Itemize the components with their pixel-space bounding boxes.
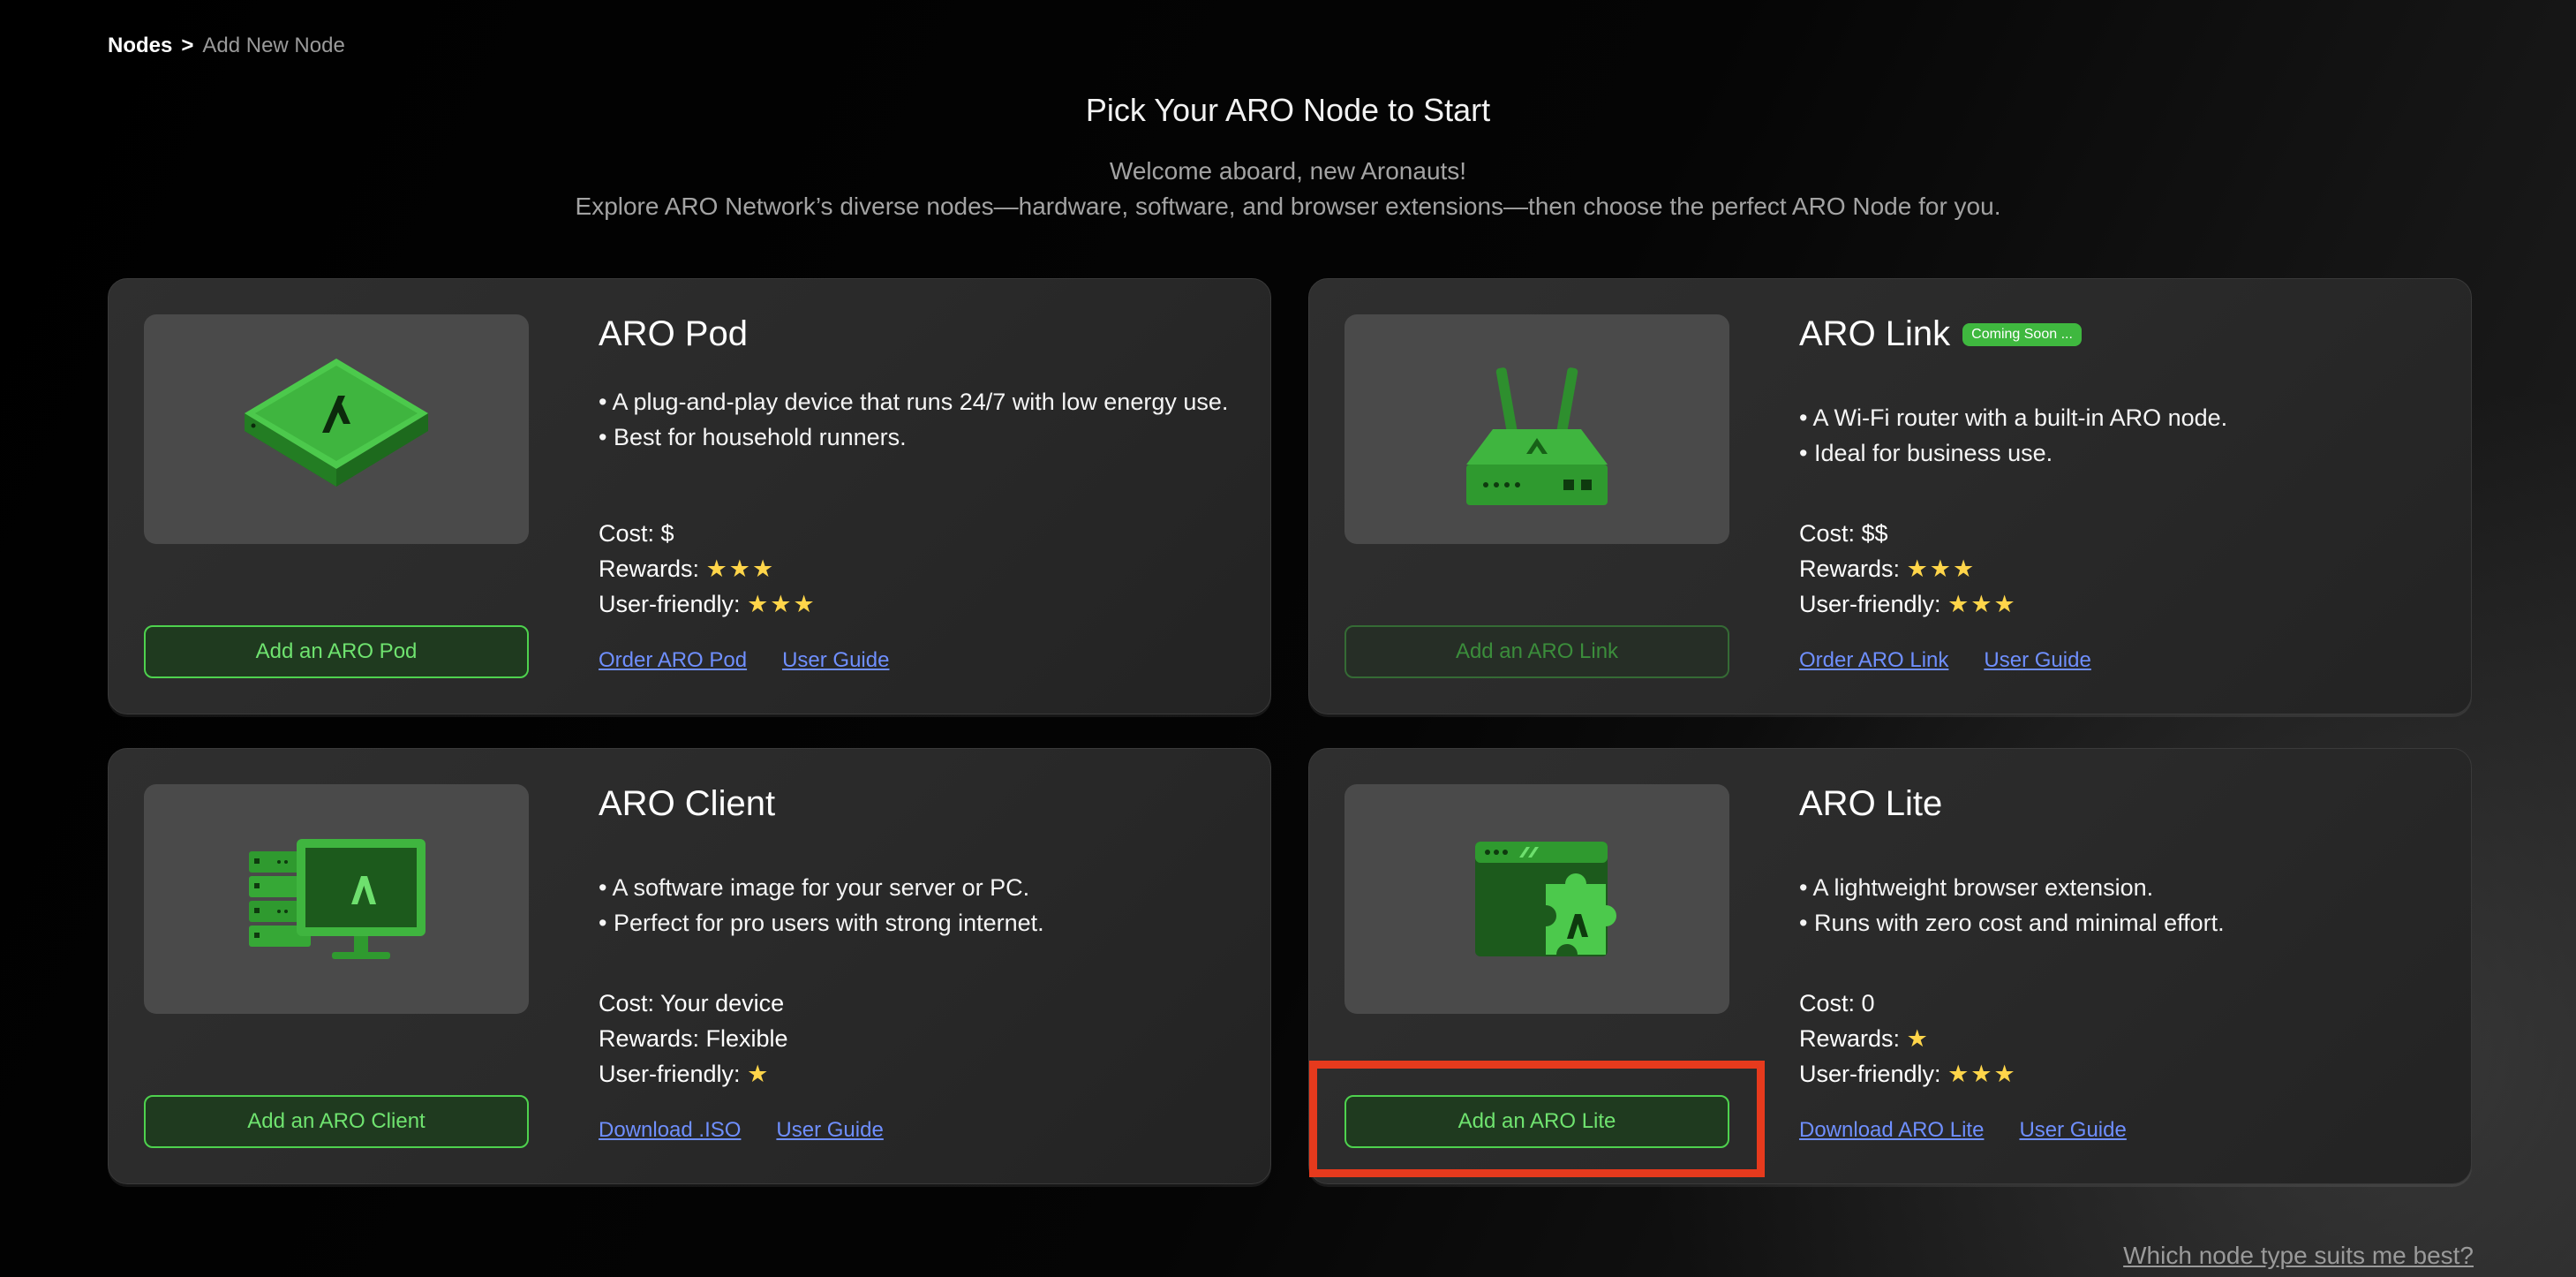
- bullet-item: • A software image for your server or PC…: [599, 874, 1030, 901]
- card-title-text: ARO Link: [1799, 314, 1951, 353]
- card-links: Download ARO Lite User Guide: [1799, 1118, 2127, 1143]
- user-friendly-row: User-friendly: ★★★: [1799, 586, 2017, 622]
- download-aro-lite-link[interactable]: Download ARO Lite: [1799, 1118, 1984, 1143]
- user-guide-link[interactable]: User Guide: [782, 648, 889, 673]
- card-info: ARO Lite • A lightweight browser extensi…: [1799, 784, 2444, 941]
- card-title-text: ARO Pod: [599, 314, 748, 353]
- card-info: ARO Link Coming Soon ... • A Wi-Fi route…: [1799, 314, 2444, 471]
- user-friendly-stars: ★: [747, 1061, 771, 1087]
- page-title: Pick Your ARO Node to Start: [1085, 92, 1491, 128]
- thumbnail-aro-lite: [1344, 784, 1729, 1014]
- card-title-text: ARO Lite: [1799, 784, 1943, 823]
- card-aro-lite: Add an ARO Lite ARO Lite • A lightweight…: [1308, 748, 2472, 1184]
- breadcrumb-current: Add New Node: [202, 34, 345, 57]
- card-stats: Cost: $$ Rewards: ★★★ User-friendly: ★★★: [1799, 516, 2017, 622]
- bullet-item: • Ideal for business use.: [1799, 440, 2053, 466]
- card-aro-client: Add an ARO Client ARO Client • A softwar…: [108, 748, 1271, 1184]
- router-icon: [1466, 367, 1608, 505]
- add-aro-link-button[interactable]: Add an ARO Link: [1344, 625, 1729, 678]
- add-aro-client-button[interactable]: Add an ARO Client: [144, 1095, 529, 1148]
- rewards-label: Rewards:: [1799, 1025, 1901, 1052]
- card-title: ARO Pod: [599, 314, 1243, 354]
- user-friendly-label: User-friendly:: [1799, 1061, 1941, 1087]
- rewards-row: Rewards: ★★★: [1799, 551, 2017, 586]
- user-friendly-row: User-friendly: ★★★: [1799, 1056, 2017, 1092]
- card-stats: Cost: 0 Rewards: ★ User-friendly: ★★★: [1799, 986, 2017, 1092]
- thumbnail-aro-link: [1344, 314, 1729, 544]
- which-node-help-link[interactable]: Which node type suits me best?: [2123, 1242, 2474, 1270]
- breadcrumb-separator: >: [181, 34, 194, 57]
- cost-text: Cost: Your device: [599, 990, 785, 1016]
- rewards-label: Rewards:: [599, 555, 700, 582]
- bullet-item: • Best for household runners.: [599, 424, 907, 450]
- user-friendly-row: User-friendly: ★: [599, 1056, 788, 1092]
- rewards-label: Rewards: Flexible: [599, 1025, 788, 1052]
- card-info: ARO Client • A software image for your s…: [599, 784, 1243, 941]
- card-stats: Cost: $ Rewards: ★★★ User-friendly: ★★★: [599, 516, 817, 622]
- cost-text: Cost: $$: [1799, 520, 1888, 547]
- rewards-row: Rewards: ★: [1799, 1021, 2017, 1056]
- bullet-item: • A lightweight browser extension.: [1799, 874, 2154, 901]
- cost-text: Cost: 0: [1799, 990, 1875, 1016]
- card-info: ARO Pod • A plug-and-play device that ru…: [599, 314, 1243, 455]
- card-title: ARO Link Coming Soon ...: [1799, 314, 2444, 354]
- user-friendly-stars: ★★★: [1947, 591, 2017, 617]
- card-stats: Cost: Your device Rewards: Flexible User…: [599, 986, 788, 1092]
- rewards-label: Rewards:: [1799, 555, 1901, 582]
- card-links: Order ARO Pod User Guide: [599, 648, 889, 673]
- card-bullets: • A lightweight browser extension. • Run…: [1799, 870, 2444, 941]
- cost-text: Cost: $: [599, 520, 674, 547]
- card-aro-pod: Add an ARO Pod ARO Pod • A plug-and-play…: [108, 278, 1271, 714]
- card-bullets: • A plug-and-play device that runs 24/7 …: [599, 384, 1243, 455]
- add-aro-pod-button[interactable]: Add an ARO Pod: [144, 625, 529, 678]
- user-guide-link[interactable]: User Guide: [2019, 1118, 2126, 1143]
- download-iso-link[interactable]: Download .ISO: [599, 1118, 741, 1143]
- rewards-stars: ★★★: [1906, 555, 1977, 582]
- card-title: ARO Lite: [1799, 784, 2444, 824]
- bullet-item: • A Wi-Fi router with a built-in ARO nod…: [1799, 404, 2228, 431]
- bullet-item: • A plug-and-play device that runs 24/7 …: [599, 389, 1229, 415]
- server-monitor-icon: [249, 839, 426, 959]
- page-subtitle-welcome: Welcome aboard, new Aronauts!: [1109, 157, 1467, 185]
- coming-soon-badge: Coming Soon ...: [1962, 322, 2082, 346]
- card-bullets: • A Wi-Fi router with a built-in ARO nod…: [1799, 400, 2444, 471]
- card-title-text: ARO Client: [599, 784, 776, 823]
- order-aro-link-link[interactable]: Order ARO Link: [1799, 648, 1948, 673]
- thumbnail-aro-pod: [144, 314, 529, 544]
- user-guide-link[interactable]: User Guide: [776, 1118, 883, 1143]
- bullet-item: • Perfect for pro users with strong inte…: [599, 910, 1044, 936]
- card-bullets: • A software image for your server or PC…: [599, 870, 1243, 941]
- rewards-stars: ★★★: [705, 555, 776, 582]
- order-aro-pod-link[interactable]: Order ARO Pod: [599, 648, 747, 673]
- rewards-row: Rewards: Flexible: [599, 1021, 788, 1056]
- page-subtitle-explore: Explore ARO Network’s diverse nodes—hard…: [575, 193, 2001, 220]
- breadcrumb-nodes-link[interactable]: Nodes: [108, 34, 172, 58]
- card-aro-link: Add an ARO Link ARO Link Coming Soon ...…: [1308, 278, 2472, 714]
- card-links: Order ARO Link User Guide: [1799, 648, 2091, 673]
- breadcrumb: Nodes > Add New Node: [108, 34, 345, 58]
- thumbnail-aro-client: [144, 784, 529, 1014]
- rewards-stars: ★: [1906, 1025, 1930, 1052]
- user-guide-link[interactable]: User Guide: [1984, 648, 2090, 673]
- user-friendly-label: User-friendly:: [599, 1061, 741, 1087]
- user-friendly-stars: ★★★: [1947, 1061, 2017, 1087]
- user-friendly-stars: ★★★: [747, 591, 817, 617]
- user-friendly-row: User-friendly: ★★★: [599, 586, 817, 622]
- add-aro-lite-button[interactable]: Add an ARO Lite: [1344, 1095, 1729, 1148]
- browser-extension-icon: [1475, 842, 1616, 956]
- card-links: Download .ISO User Guide: [599, 1118, 884, 1143]
- bullet-item: • Runs with zero cost and minimal effort…: [1799, 910, 2225, 936]
- card-title: ARO Client: [599, 784, 1243, 824]
- rewards-row: Rewards: ★★★: [599, 551, 817, 586]
- user-friendly-label: User-friendly:: [1799, 591, 1941, 617]
- user-friendly-label: User-friendly:: [599, 591, 741, 617]
- aro-pod-device-icon: [245, 359, 428, 487]
